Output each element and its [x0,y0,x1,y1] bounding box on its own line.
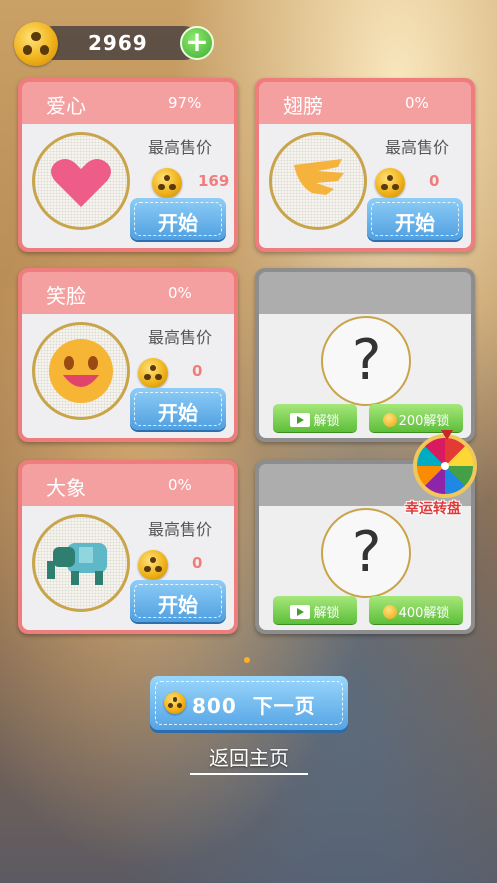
coin-icon [164,692,186,714]
lucky-wheel-button[interactable] [413,430,477,498]
elephant-pattern-icon [32,514,130,612]
start-button[interactable]: 开始 [130,580,226,622]
pattern-card-elephant: 大象 0% 最高售价 0 开始 [18,460,238,634]
max-price-label: 最高售价 [385,138,450,157]
add-coins-button[interactable]: + [180,26,214,60]
video-icon [290,413,311,427]
question-mark-icon: ? [349,520,383,585]
smiley-pattern-icon [32,322,130,420]
pattern-name: 爱心 [46,94,86,118]
progress-percent: 0% [405,94,429,112]
wheel-pointer-icon [441,430,453,440]
lucky-wheel-label[interactable]: 幸运转盘 [405,498,461,518]
locked-pattern-circle: ? [321,316,411,406]
coin-icon [382,413,397,427]
max-price-label: 最高售价 [148,138,213,157]
max-price-value: 0 [429,172,440,190]
max-price-value: 0 [192,362,203,380]
video-icon [290,605,311,619]
coin-balance-bar: 2969 + [14,22,214,66]
start-button[interactable]: 开始 [130,198,226,240]
pattern-name: 笑脸 [46,284,86,308]
wing-pattern-icon [269,132,367,230]
locked-pattern-circle: ? [321,508,411,598]
coin-icon [152,168,182,198]
page-indicator-dot [244,657,250,663]
locked-pattern-card: ? 解锁 200解锁 [255,268,475,442]
video-unlock-button[interactable]: 解锁 [273,596,357,624]
coin-icon [382,605,397,619]
next-page-button[interactable]: 800 下一页 [150,676,348,730]
pattern-card-smiley: 笑脸 0% 最高售价 0 开始 [18,268,238,442]
max-price-value: 169 [198,172,230,190]
coin-unlock-button[interactable]: 400解锁 [369,596,463,624]
pattern-name: 大象 [46,476,86,500]
progress-percent: 0% [168,476,192,494]
pattern-name: 翅膀 [283,94,323,118]
max-price-value: 0 [192,554,203,572]
next-page-cost: 800 [192,694,237,718]
coin-icon [14,22,58,66]
start-button[interactable]: 开始 [130,388,226,430]
coin-balance: 2969 [88,31,148,55]
coin-unlock-button[interactable]: 200解锁 [369,404,463,432]
max-price-label: 最高售价 [148,520,213,539]
coin-icon [138,550,168,580]
pattern-card-wing: 翅膀 0% 最高售价 0 开始 [255,78,475,252]
question-mark-icon: ? [349,328,383,393]
progress-percent: 97% [168,94,202,112]
start-button[interactable]: 开始 [367,198,463,240]
pattern-card-heart: 爱心 97% 最高售价 169 开始 [18,78,238,252]
next-page-label: 下一页 [252,694,316,718]
return-home-link[interactable]: 返回主页 [190,742,308,775]
video-unlock-button[interactable]: 解锁 [273,404,357,432]
max-price-label: 最高售价 [148,328,213,347]
progress-percent: 0% [168,284,192,302]
coin-icon [138,358,168,388]
heart-pattern-icon [32,132,130,230]
coin-icon [375,168,405,198]
